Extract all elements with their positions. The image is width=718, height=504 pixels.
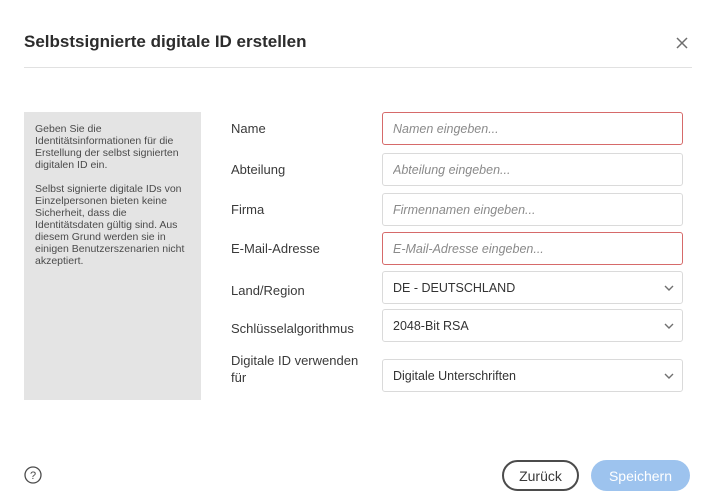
country-label: Land/Region <box>231 283 305 298</box>
chevron-down-icon <box>664 285 674 291</box>
create-self-signed-id-dialog: Selbstsignierte digitale ID erstellen Ge… <box>0 0 718 504</box>
email-label: E-Mail-Adresse <box>231 241 320 256</box>
department-field[interactable] <box>382 153 683 186</box>
algorithm-select-value: 2048-Bit RSA <box>393 319 469 333</box>
close-icon <box>676 37 688 49</box>
help-icon: ? <box>24 466 42 484</box>
department-input[interactable] <box>383 154 682 185</box>
usage-label-line1: Digitale ID verwenden <box>231 353 359 368</box>
chevron-down-icon <box>664 323 674 329</box>
usage-select-value: Digitale Unterschriften <box>393 369 516 383</box>
email-field[interactable] <box>382 232 683 265</box>
name-label: Name <box>231 121 266 136</box>
svg-text:?: ? <box>30 470 36 482</box>
algorithm-label: Schlüsselalgorithmus <box>231 321 354 336</box>
country-select-value: DE - DEUTSCHLAND <box>393 281 516 295</box>
email-input[interactable] <box>383 233 682 264</box>
info-paragraph-intro: Geben Sie die Identitätsinformationen fü… <box>35 123 179 171</box>
department-label: Abteilung <box>231 162 286 177</box>
usage-label-line2: für <box>231 370 247 385</box>
chevron-down-icon <box>664 373 674 379</box>
company-field[interactable] <box>382 193 683 226</box>
back-button[interactable]: Zurück <box>502 460 579 491</box>
title-divider <box>24 67 692 68</box>
save-button[interactable]: Speichern <box>591 460 690 491</box>
company-label: Firma <box>231 202 265 217</box>
help-button[interactable]: ? <box>24 466 42 484</box>
info-paragraph-warning: Selbst signierte digitale IDs von Einzel… <box>35 183 185 267</box>
name-input[interactable] <box>383 113 682 144</box>
info-panel: Geben Sie die Identitätsinformationen fü… <box>24 112 201 400</box>
name-field[interactable] <box>382 112 683 145</box>
dialog-title: Selbstsignierte digitale ID erstellen <box>24 32 307 51</box>
usage-select[interactable]: Digitale Unterschriften <box>382 359 683 392</box>
close-button[interactable] <box>672 33 692 53</box>
algorithm-select[interactable]: 2048-Bit RSA <box>382 309 683 342</box>
company-input[interactable] <box>383 194 682 225</box>
country-select[interactable]: DE - DEUTSCHLAND <box>382 271 683 304</box>
